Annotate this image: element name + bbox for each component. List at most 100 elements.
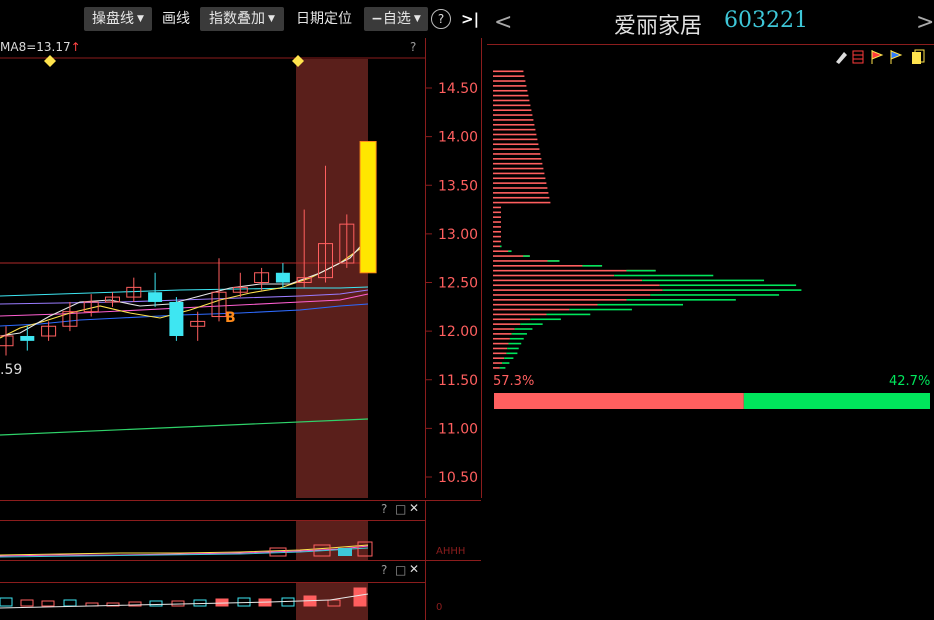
chip-bar [546,313,591,316]
chip-bar [493,294,651,296]
svg-text:0: 0 [436,602,442,613]
indicator-panel-1[interactable]: AHHH ? □ ✕ [0,500,484,560]
indicator-1-restore-button[interactable]: □ [395,502,406,516]
chip-bar [511,333,527,335]
chip-bar [493,284,660,287]
restore-icon: □ [395,563,407,577]
chip-bar [493,119,534,121]
help-icon: ? [381,502,388,516]
indicator-1-close-button[interactable]: ✕ [409,501,419,515]
price-tick-label: 14.00 [438,130,478,146]
chip-bar [662,289,802,291]
previous-stock-icon[interactable]: < [494,10,512,35]
price-tick-label: 13.00 [438,227,478,243]
price-tick-label: 10.50 [438,470,478,486]
kline-chart[interactable]: 14.50 14.00 13.50 13.00 12.50 12.00 11.50 11.00… [0,38,484,498]
ma-label: MA8=13.17↑ [0,40,81,54]
chip-bar [508,250,512,253]
chip-bar [642,279,765,282]
chip-bar [493,128,536,131]
chip-bar [493,230,501,233]
pencil-icon[interactable] [836,52,847,64]
help-button[interactable]: ? [431,9,451,29]
indicator-1-help-button[interactable]: ? [381,502,387,516]
chip-tools-svg [836,49,925,64]
indicator-2-restore-button[interactable]: □ [395,563,406,577]
price-tick-label: 11.50 [438,373,478,389]
indicator-bar [149,600,163,607]
collapse-panel-icon[interactable]: >| [461,9,479,29]
chip-bar [493,328,515,330]
chip-bar [493,347,508,350]
price-tick-label: 11.00 [438,421,478,437]
price-tick-label: 12.50 [438,276,478,292]
chip-bar [493,289,663,291]
chip-bar [493,206,501,209]
chip-distribution-svg [487,44,934,409]
index-overlay-button[interactable]: 指数叠加 ▼ [200,7,284,31]
chip-bar [569,308,632,311]
chart-help-button[interactable]: ? [410,40,416,54]
chip-bar [493,80,526,82]
indicator-2-close-button[interactable]: ✕ [409,562,419,576]
chip-bar [493,342,509,345]
stock-code: 603221 [724,8,808,33]
chip-bar [493,196,550,199]
blue-flag-icon[interactable] [890,50,903,64]
indicator-panel-2[interactable]: 0 ? □ ✕ [0,560,484,620]
chip-bar [509,337,524,340]
loss-percent: 42.7% [889,374,931,389]
grid-flag-icon[interactable] [852,50,864,64]
chip-bar [493,138,538,141]
chevron-down-icon: ▼ [268,14,275,24]
date-locate-label: 日期定位 [296,11,352,27]
candle [359,140,377,274]
chip-bar [493,352,507,355]
chip-bar [493,279,643,282]
chip-bar [493,167,544,170]
red-flag-icon[interactable] [871,50,884,64]
candle [169,297,184,341]
chip-bar [530,318,561,321]
date-locate-button[interactable]: 日期定位 [290,7,358,31]
chip-bar [597,303,684,306]
close-icon: ✕ [409,562,420,576]
stock-name: 爱丽家居 [614,14,703,39]
chip-bar [493,89,528,92]
chip-bar [493,323,521,325]
indicator-bar [0,597,13,607]
help-icon: ? [410,40,417,54]
restore-icon: □ [395,502,407,516]
chip-bar [493,216,501,218]
document-icon[interactable] [912,49,925,64]
chip-bar [493,94,529,97]
draw-line-button[interactable]: 画线 [158,7,194,31]
chip-bar [493,240,501,243]
next-stock-icon[interactable]: > [916,10,934,35]
operation-line-button[interactable]: 操盘线 ▼ [84,7,152,31]
chip-bar [493,333,512,335]
chip-bar [493,104,531,107]
index-overlay-label: 指数叠加 [209,11,266,27]
chip-bar [493,192,549,194]
kline-svg: 14.50 14.00 13.50 13.00 12.50 12.00 11.50 11.00… [0,38,484,498]
chip-bar [493,221,501,223]
chip-bar [493,123,535,126]
chip-tools [834,48,934,66]
indicator-2-help-button[interactable]: ? [381,563,387,577]
chip-bar [493,337,510,340]
chip-bar [493,299,627,301]
chip-bar [493,75,525,77]
watchlist-button[interactable]: −自选 ▼ [364,7,428,31]
chip-bars [493,70,802,369]
loss-ratio-bar [743,393,930,409]
chip-bar [493,177,546,180]
chip-distribution-panel [487,0,934,620]
chip-bar [626,269,656,272]
chip-bar [493,172,545,175]
chip-bar [493,148,540,150]
up-arrow-icon: ↑ [70,40,81,54]
chip-bar [493,133,537,136]
chip-bar [493,367,500,369]
chip-bar [493,153,541,155]
